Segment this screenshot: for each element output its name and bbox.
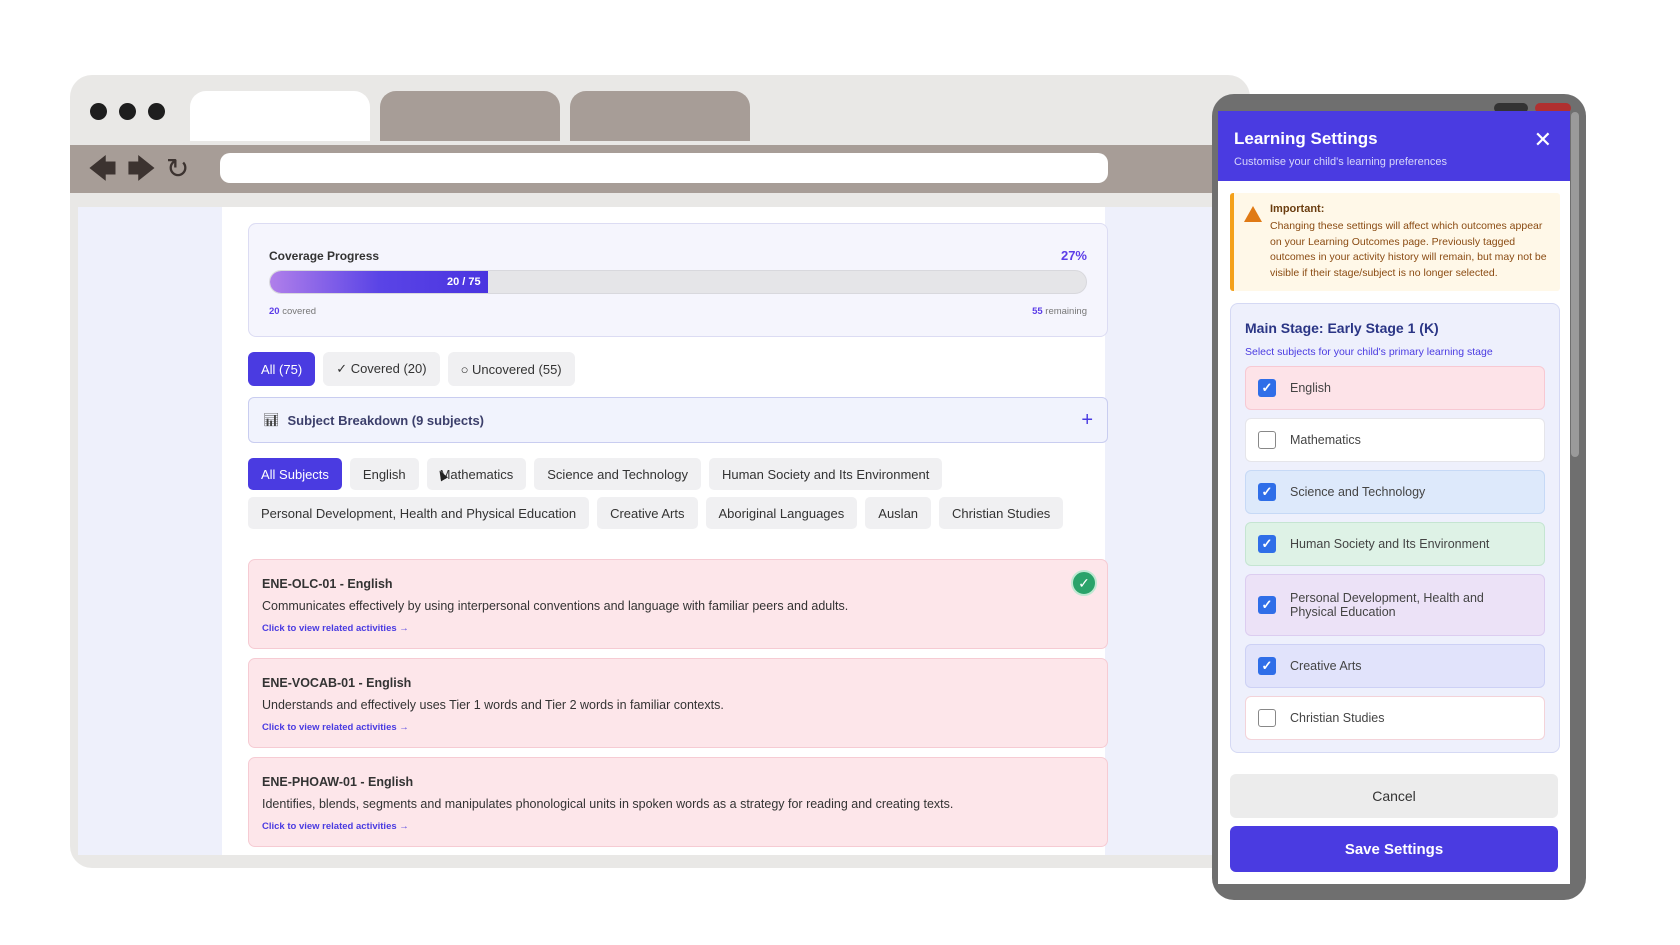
checkbox-unchecked-icon[interactable]	[1258, 709, 1276, 727]
remaining-summary: 55 remaining	[1032, 306, 1087, 317]
coverage-progress-bar: 20 / 75	[269, 270, 1087, 294]
subject-chip-aboriginal-languages[interactable]: Aboriginal Languages	[705, 497, 858, 529]
subject-chip-science[interactable]: Science and Technology	[534, 458, 701, 490]
checkbox-checked-icon[interactable]: ✓	[1258, 596, 1276, 614]
browser-window: 🡄 🡆 ↻ Coverage Progress 27% 20 / 75 20 c…	[70, 75, 1250, 868]
cancel-button[interactable]: Cancel	[1230, 774, 1558, 818]
stage-subtitle: Select subjects for your child's primary…	[1245, 346, 1493, 358]
browser-toolbar: 🡄 🡆 ↻	[70, 145, 1250, 193]
covered-check-icon: ✓	[1071, 570, 1097, 596]
modal-scrollbar[interactable]	[1571, 112, 1579, 457]
modal-footer: Cancel Save Settings	[1218, 768, 1570, 884]
remaining-text: remaining	[1045, 306, 1087, 317]
browser-tab[interactable]	[570, 91, 750, 141]
subject-checkbox-list: ✓ English Mathematics ✓ Science and Technolo…	[1245, 366, 1545, 740]
maximize-dot[interactable]	[148, 103, 165, 120]
view-activities-link[interactable]: Click to view related activities →	[262, 722, 409, 733]
subject-chip-creative-arts[interactable]: Creative Arts	[597, 497, 698, 529]
filter-covered[interactable]: ✓ Covered (20)	[323, 352, 440, 386]
outcome-code: ENE-PHOAW-01 - English	[262, 775, 414, 789]
checkbox-checked-icon[interactable]: ✓	[1258, 379, 1276, 397]
coverage-bar-label: 20 / 75	[446, 276, 481, 288]
modal-title: Learning Settings	[1234, 129, 1378, 148]
filter-uncovered[interactable]: ○ Uncovered (55)	[447, 352, 575, 386]
warning-title: Important:	[1270, 203, 1325, 215]
subject-checkbox-label: Creative Arts	[1290, 659, 1362, 673]
reload-icon[interactable]: ↻	[166, 153, 189, 185]
subject-checkbox-label: English	[1290, 381, 1331, 395]
outcome-card[interactable]: ENE-VOCAB-01 - English Understands and e…	[248, 658, 1108, 748]
subject-chip-hsie[interactable]: Human Society and Its Environment	[708, 458, 943, 490]
outcome-description: Communicates effectively by using interp…	[262, 599, 849, 613]
coverage-progress-card: Coverage Progress 27% 20 / 75 20 covered…	[248, 223, 1108, 337]
modal-body[interactable]: Important: Changing these settings will …	[1218, 181, 1570, 768]
warning-box: Important: Changing these settings will …	[1230, 193, 1560, 291]
save-settings-button[interactable]: Save Settings	[1230, 826, 1558, 872]
subject-chip-christian-studies[interactable]: Christian Studies	[939, 497, 1064, 529]
window-controls	[90, 103, 165, 120]
subject-chip-english[interactable]: English	[349, 458, 419, 490]
checkbox-checked-icon[interactable]: ✓	[1258, 535, 1276, 553]
subject-checkbox-item[interactable]: ✓ English	[1245, 366, 1545, 410]
subject-chip-all[interactable]: All Subjects	[248, 458, 342, 490]
subject-chip-pdhpe[interactable]: Personal Development, Health and Physica…	[248, 497, 590, 529]
view-activities-link[interactable]: Click to view related activities →	[262, 821, 409, 832]
subject-breakdown-label: Subject Breakdown (9 subjects)	[287, 412, 485, 428]
subject-checkbox-label: Science and Technology	[1290, 485, 1426, 499]
coverage-progress-title: Coverage Progress	[269, 249, 380, 263]
subject-filter-group: All Subjects English Mathematics Science…	[248, 458, 1108, 529]
learning-outcomes-page: Coverage Progress 27% 20 / 75 20 covered…	[222, 207, 1108, 855]
plus-icon[interactable]: +	[1081, 409, 1093, 432]
outcome-code: ENE-OLC-01 - English	[262, 577, 393, 591]
coverage-filter-group: All (75) ✓ Covered (20) ○ Uncovered (55)	[248, 352, 575, 386]
warning-icon	[1244, 206, 1262, 222]
forward-arrow-icon[interactable]: 🡆	[127, 153, 156, 185]
checkbox-unchecked-icon[interactable]	[1258, 431, 1276, 449]
close-icon[interactable]: ✕	[1534, 129, 1552, 151]
learning-settings-modal: Learning Settings Customise your child's…	[1218, 111, 1570, 884]
subject-checkbox-label: Mathematics	[1290, 433, 1361, 447]
coverage-percent: 27%	[1060, 248, 1087, 263]
outcome-code: ENE-VOCAB-01 - English	[262, 676, 412, 690]
subject-checkbox-item[interactable]: ✓ Creative Arts	[1245, 644, 1545, 688]
outcome-description: Identifies, blends, segments and manipul…	[262, 797, 954, 811]
modal-header: Learning Settings Customise your child's…	[1218, 111, 1570, 181]
subject-checkbox-item[interactable]: ✓ Personal Development, Health and Physic…	[1245, 574, 1545, 636]
subject-checkbox-label: Personal Development, Health and Physica…	[1290, 591, 1484, 619]
minimize-dot[interactable]	[119, 103, 136, 120]
browser-tab-active[interactable]	[190, 91, 370, 141]
subject-checkbox-item[interactable]: ✓ Science and Technology	[1245, 470, 1545, 514]
subject-checkbox-label: Human Society and Its Environment	[1290, 537, 1490, 551]
warning-text: Changing these settings will affect whic…	[1270, 220, 1547, 279]
view-activities-link[interactable]: Click to view related activities →	[262, 623, 409, 634]
back-arrow-icon[interactable]: 🡄	[88, 153, 117, 185]
covered-summary: 20 covered	[269, 306, 316, 317]
subject-checkbox-item[interactable]: ✓ Human Society and Its Environment	[1245, 522, 1545, 566]
subject-checkbox-item[interactable]: Mathematics	[1245, 418, 1545, 462]
covered-text: covered	[282, 306, 317, 317]
subject-checkbox-label: Christian Studies	[1290, 711, 1385, 725]
subject-checkbox-item[interactable]: Christian Studies	[1245, 696, 1545, 740]
checkbox-checked-icon[interactable]: ✓	[1258, 657, 1276, 675]
coverage-progress-fill: 20 / 75	[270, 271, 488, 293]
close-dot[interactable]	[90, 103, 107, 120]
browser-tab[interactable]	[380, 91, 560, 141]
outcome-card[interactable]: ENE-PHOAW-01 - English Identifies, blend…	[248, 757, 1108, 847]
page-viewport: Coverage Progress 27% 20 / 75 20 covered…	[78, 207, 1243, 855]
covered-count: 20	[269, 306, 280, 317]
checkbox-checked-icon[interactable]: ✓	[1258, 483, 1276, 501]
filter-all[interactable]: All (75)	[248, 352, 316, 386]
outcome-description: Understands and effectively uses Tier 1 …	[262, 698, 724, 712]
modal-subtitle: Customise your child's learning preferen…	[1234, 156, 1448, 168]
address-bar[interactable]	[220, 153, 1108, 183]
main-stage-section: Main Stage: Early Stage 1 (K) Select sub…	[1230, 303, 1560, 753]
subject-chip-auslan[interactable]: Auslan	[865, 497, 932, 529]
subject-breakdown-toggle[interactable]: 📊︎ Subject Breakdown (9 subjects) +	[248, 397, 1108, 443]
bar-chart-icon: 📊︎	[263, 412, 280, 427]
stage-title: Main Stage: Early Stage 1 (K)	[1245, 320, 1439, 336]
outcome-card[interactable]: ENE-OLC-01 - English Communicates effect…	[248, 559, 1108, 649]
remaining-count: 55	[1032, 306, 1043, 317]
